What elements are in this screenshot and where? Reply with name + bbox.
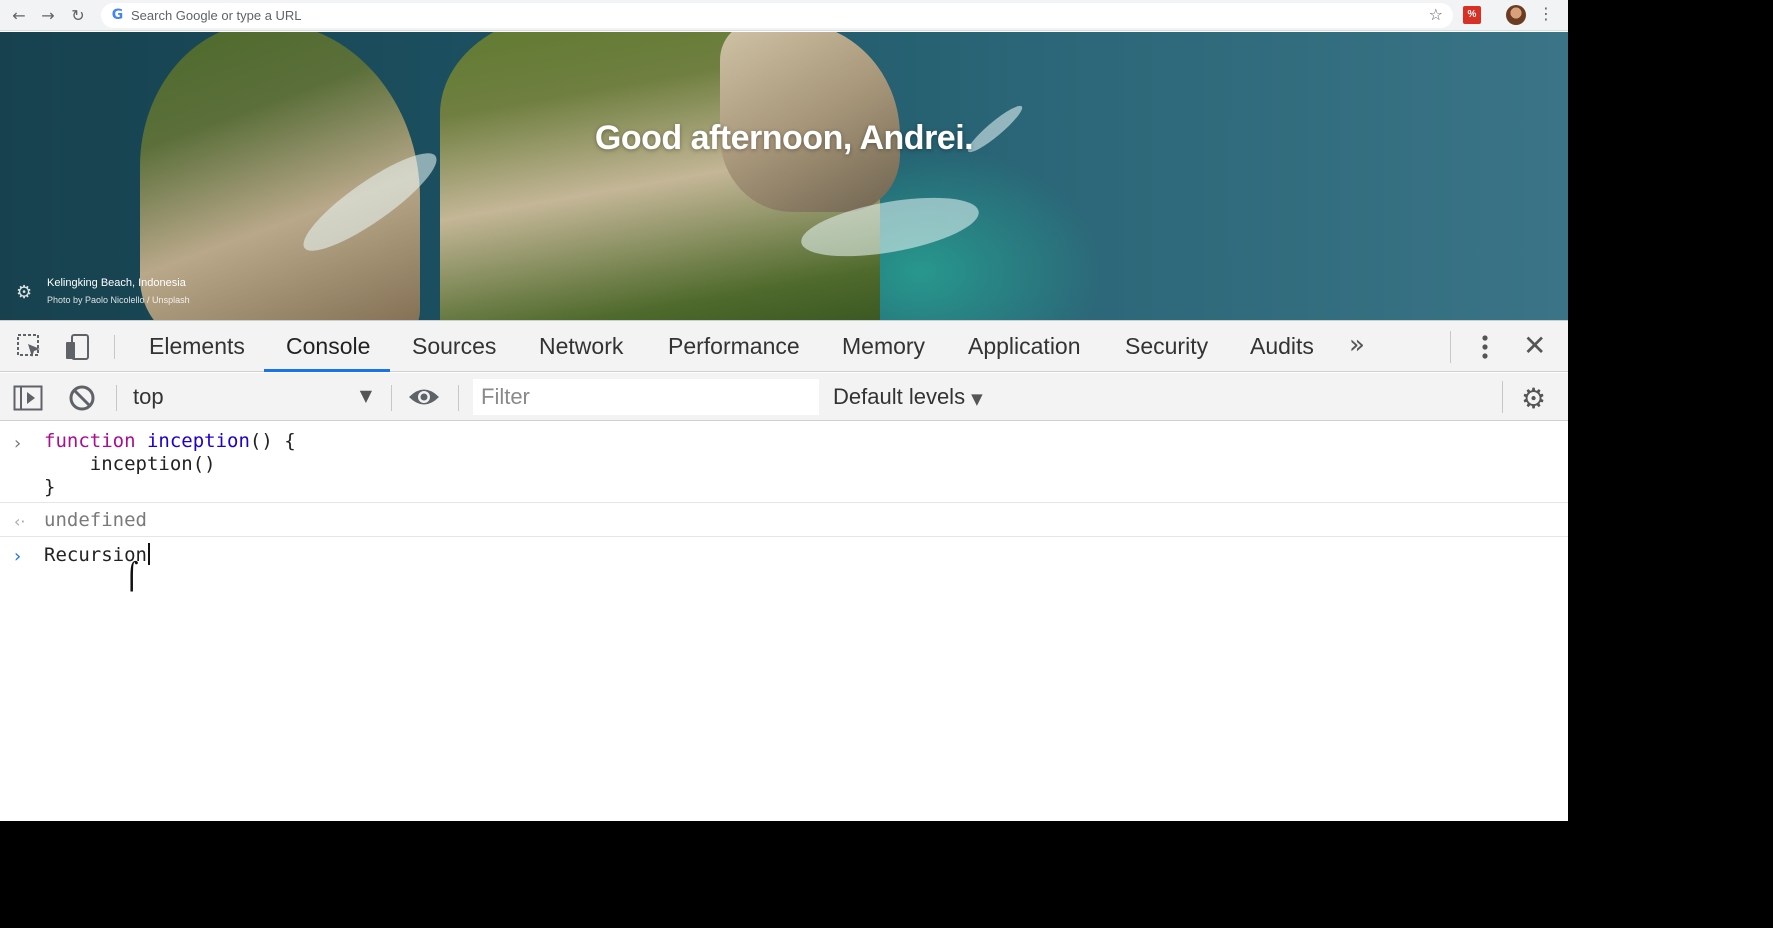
browser-window: ← → ↻ G Search Google or type a URL ☆ % … <box>0 0 1568 821</box>
photo-credit[interactable]: Photo by Paolo Nicolello / Unsplash <box>47 295 190 305</box>
star-icon[interactable]: ☆ <box>1429 5 1443 24</box>
function-name: inception <box>146 430 250 452</box>
back-arrow-icon[interactable]: ← <box>8 4 30 26</box>
device-toolbar-icon[interactable] <box>64 333 92 361</box>
clear-console-icon[interactable] <box>68 384 96 412</box>
console-result-entry: ‹· undefined <box>0 509 1568 537</box>
toolbar-divider <box>391 385 392 411</box>
entry-divider <box>0 536 1568 537</box>
photo-location[interactable]: Kelingking Beach, Indonesia <box>47 277 186 289</box>
log-levels-dropdown[interactable]: Default levels ▼ <box>833 384 983 410</box>
extension-icon[interactable]: % <box>1463 6 1481 24</box>
more-tabs-icon[interactable]: » <box>1349 321 1365 372</box>
context-selector[interactable]: top ▼ <box>133 384 378 412</box>
toolbar-divider <box>116 385 117 411</box>
code-text: () { <box>249 430 296 452</box>
tab-sources[interactable]: Sources <box>412 321 496 372</box>
tab-security[interactable]: Security <box>1125 321 1208 372</box>
result-value: undefined <box>44 509 147 531</box>
toolbar-divider <box>458 385 459 411</box>
keyword: function <box>44 430 136 452</box>
filter-input[interactable] <box>473 379 819 415</box>
input-prompt-icon: › <box>14 433 22 454</box>
tab-elements[interactable]: Elements <box>149 321 245 372</box>
reload-icon[interactable]: ↻ <box>67 4 89 26</box>
code-line: inception() <box>44 453 216 475</box>
kebab-menu-icon[interactable]: ⋮ <box>1538 4 1554 26</box>
google-logo-icon: G <box>111 7 124 23</box>
greeting: Good afternoon, Andrei. <box>594 119 974 157</box>
dropdown-arrow-icon: ▼ <box>971 390 983 408</box>
ibeam-cursor-icon: ⌠ <box>124 562 140 592</box>
console-toolbar: top ▼ Default levels ▼ ⚙ <box>0 373 1568 421</box>
dropdown-arrow-icon: ▼ <box>359 386 372 405</box>
sidebar-toggle-icon[interactable] <box>13 385 43 411</box>
eye-icon[interactable] <box>408 386 440 408</box>
settings-gear-icon[interactable]: ⚙ <box>1521 382 1546 415</box>
text-caret <box>147 543 150 565</box>
console-output[interactable]: › function inception() { inception() } ‹… <box>0 422 1568 821</box>
new-tab-background: Good afternoon, Andrei. ⚙ Kelingking Bea… <box>0 32 1568 320</box>
tab-memory[interactable]: Memory <box>842 321 925 372</box>
close-icon[interactable]: ✕ <box>1523 329 1546 362</box>
tab-performance[interactable]: Performance <box>668 321 800 372</box>
tab-application[interactable]: Application <box>968 321 1081 372</box>
customize-menu-icon[interactable] <box>1475 331 1495 363</box>
browser-toolbar: ← → ↻ G Search Google or type a URL ☆ % … <box>0 0 1568 31</box>
tab-network[interactable]: Network <box>539 321 623 372</box>
console-prompt[interactable]: › Recursion <box>0 543 1568 573</box>
entry-divider <box>0 502 1568 503</box>
toolbar-divider <box>1502 381 1503 413</box>
forward-arrow-icon[interactable]: → <box>37 4 59 26</box>
log-levels-label: Default levels <box>833 384 966 409</box>
context-selector-value: top <box>133 384 164 409</box>
code-line: } <box>44 476 56 498</box>
gear-icon[interactable]: ⚙ <box>16 282 32 303</box>
console-input-entry: › function inception() { inception() } <box>0 430 1568 505</box>
prompt-chevron-icon: › <box>14 546 22 567</box>
avatar[interactable] <box>1506 5 1526 25</box>
screen: ← → ↻ G Search Google or type a URL ☆ % … <box>0 0 1773 928</box>
tab-console[interactable]: Console <box>286 321 370 372</box>
omnibox[interactable]: G Search Google or type a URL ☆ <box>101 3 1453 28</box>
inspect-element-icon[interactable] <box>16 333 44 361</box>
result-arrow-icon: ‹· <box>14 512 26 531</box>
omnibox-placeholder[interactable]: Search Google or type a URL <box>131 8 302 23</box>
tab-audits[interactable]: Audits <box>1250 321 1314 372</box>
code-line: function inception() { <box>44 430 296 453</box>
devtools-panel: Elements Console Sources Network Perform… <box>0 320 1568 821</box>
toolbar-divider <box>114 335 115 359</box>
devtools-tab-bar: Elements Console Sources Network Perform… <box>0 321 1568 372</box>
toolbar-divider <box>1450 331 1451 363</box>
active-tab-indicator <box>264 369 390 372</box>
